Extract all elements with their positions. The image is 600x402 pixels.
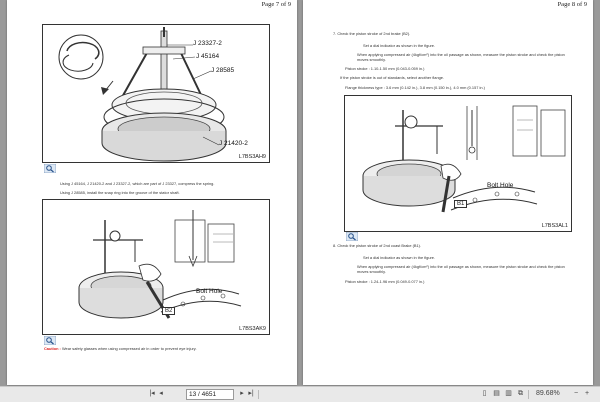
magnifier-icon[interactable] [44,336,56,345]
divider [258,390,259,399]
instruction-compress-spring: Using J 45164, J 21420-2 and J 23327-2, … [60,181,215,186]
last-page-button[interactable]: ▸| [247,389,255,399]
instruction-install-snap-ring: Using J 28585, install the snap ring int… [60,190,180,195]
callout-j28585: J 28585 [211,67,235,74]
figure-spring-compressor: J 23327-2 J 45164 J 28585 J 21420-2 L7BS… [42,24,270,163]
page-label: Page 7 of 9 [261,1,291,8]
marker-b1: B1 [454,200,468,208]
magnifier-icon[interactable] [44,164,56,173]
step-title: Check the piston stroke of 2nd brake (B2… [337,31,411,36]
next-page-button[interactable]: ▸ [238,389,246,399]
step7-heading: 7. Check the piston stroke of 2nd brake … [333,31,410,36]
zoom-in-button[interactable]: + [583,389,591,399]
step-number: 7. [333,31,337,36]
document-page-left: Page 7 of 9 J 23327-2 J 45164 J 28585 J … [7,0,297,385]
step8-spec: Piston stroke : 1.24-1.96 mm (0.049-0.07… [345,279,425,284]
callout-j23327-2: J 23327-2 [193,40,222,47]
caution-label: Caution : [44,346,61,351]
bolt-hole-label: Bolt Hole [196,288,223,295]
divider [528,390,529,399]
zoom-level[interactable]: 89.68% [536,389,570,399]
step7-spec: Piston stroke : 1.10-1.50 mm (0.043-0.05… [345,66,425,71]
step-number: 8. [333,243,337,248]
bolt-hole-label: Bolt Hole [487,182,514,189]
callout-j21420-2: J 21420-2 [219,140,248,147]
figure-code: L7BS3AH9 [238,154,266,160]
step8-line2: When applying compressed air (4kgf/cm²) … [357,264,565,274]
magnifier-icon[interactable] [346,232,358,241]
single-page-view-icon[interactable]: ▯ [480,389,489,399]
b2-dial-indicator-illustration [78,210,242,319]
facing-pages-icon[interactable]: ▥ [504,389,513,399]
step7-line1: Set a dial indicator as shown in the fig… [363,43,436,48]
b1-dial-indicator-illustration [362,105,566,213]
fit-page-icon[interactable]: ⧉ [516,389,525,399]
document-page-right: Page 8 of 9 7. Check the piston stroke o… [303,0,593,385]
figure-b2-piston-stroke: Bolt Hole B2 L7BS3AK9 [42,199,270,335]
callout-j45164: J 45164 [196,53,220,60]
first-page-button[interactable]: |◂ [148,389,156,399]
marker-b2: B2 [162,307,176,315]
page-label: Page 8 of 9 [557,1,587,8]
figure-b1-piston-stroke: Bolt Hole B1 L7BS3AL1 [344,95,572,232]
step7-flange: Flange thickness type : 3.6 mm (0.142 in… [345,85,485,90]
caution-text: Wear safety glasses when using compresse… [61,346,197,351]
continuous-view-icon[interactable]: ▤ [492,389,501,399]
figure-code: L7BS3AK9 [239,326,266,332]
viewer-statusbar: |◂ ◂ 13 / 4651 ▸ ▸| ▯ ▤ ▥ ⧉ 89.68% − + [0,386,600,402]
step8-line1: Set a dial indicator as shown in the fig… [363,255,436,260]
step7-line2: When applying compressed air (4kgf/cm²) … [357,52,565,62]
caution-note: Caution : Wear safety glasses when using… [44,346,197,351]
figure-code: L7BS3AL1 [541,223,568,229]
previous-page-button[interactable]: ◂ [157,389,165,399]
step7-note: If the piston stroke is out of standards… [340,75,445,80]
step-title: Check the piston stroke of 2nd coast Bra… [337,243,422,248]
step8-heading: 8. Check the piston stroke of 2nd coast … [333,243,421,248]
page-number-input[interactable]: 13 / 4651 [186,389,234,400]
zoom-out-button[interactable]: − [572,389,580,399]
